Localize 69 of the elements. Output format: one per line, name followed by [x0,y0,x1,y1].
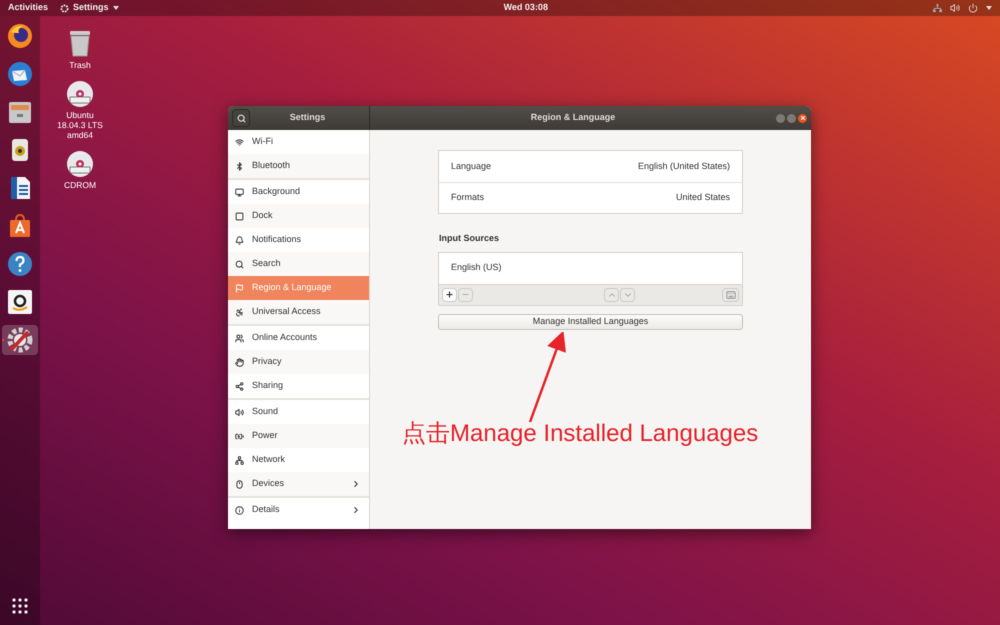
annotation-text: 点击Manage Installed Languages [402,419,758,449]
disc-icon [66,150,94,178]
speaker-icon [235,408,244,416]
info-icon [235,506,244,514]
setting-label: Language [451,160,492,173]
close-button[interactable] [798,114,807,122]
sidebar-item[interactable]: Devices [228,472,369,496]
battery-icon [235,432,244,440]
caret-icon [986,6,992,10]
sidebar-item[interactable]: Bluetooth [228,154,369,178]
disc-icon [66,80,94,108]
desktop-icon[interactable]: CDROM [44,150,116,190]
trash-icon [67,28,93,58]
mouse-icon [235,480,244,488]
sidebar-item[interactable]: Dock [228,204,369,228]
keyboard-icon [726,290,736,300]
sidebar-item[interactable]: Power [228,424,369,448]
add-button[interactable] [442,288,457,302]
sidebar-item[interactable]: Search [228,252,369,276]
network-icon [235,456,244,464]
setting-value: English (United States) [638,160,730,173]
shopping-bag-icon [7,213,33,239]
sidebar-item[interactable]: Universal Access [228,300,369,324]
power-icon[interactable] [968,3,978,13]
bell-icon [235,236,244,244]
sidebar-title: Settings [288,111,326,124]
activities-button[interactable]: Activities [8,1,48,15]
network-icon[interactable] [933,4,942,12]
close-icon [800,115,806,121]
caret-icon [112,6,119,10]
setting-label: Formats [451,191,484,204]
accessibility-icon [235,308,244,316]
input-source-row[interactable]: English (US) [439,252,742,284]
manage-languages-button[interactable]: Manage Installed Languages [438,314,743,330]
firefox-icon [7,23,33,49]
setting-value: United States [676,191,730,204]
dock-item[interactable] [2,325,38,355]
keyboard-button[interactable] [722,288,739,302]
question-mark-icon [7,251,33,277]
people-icon [235,334,244,342]
flag-icon [235,284,244,292]
desktop-icon-label: Trash [68,60,92,70]
search-button[interactable] [232,109,250,127]
hand-icon [235,358,244,366]
settings-row[interactable]: Language English (United States) [439,151,742,182]
mail-icon [7,61,33,87]
plus-icon [445,290,454,299]
settings-row[interactable]: Formats United States [439,182,742,213]
desktop-icon-label: Ubuntu 18.04.3 LTS amd64 [56,110,104,140]
file-cabinet-icon [7,99,33,125]
bluetooth-icon [235,162,244,170]
minimize-button[interactable] [776,114,785,122]
search-icon [235,260,244,268]
desktop-icon-label: CDROM [62,180,98,190]
gear-icon [60,4,70,12]
clock[interactable]: Wed 03:08 [504,1,548,15]
gear-wrench-icon [6,326,34,354]
desktop-icon[interactable]: Ubuntu 18.04.3 LTS amd64 [44,80,116,140]
app-menu[interactable]: Settings [60,1,119,15]
desktop-icon[interactable]: Trash [44,28,116,70]
app-grid-icon[interactable] [11,597,29,615]
window-title: Region & Language [530,111,616,124]
section-heading: Input Sources [438,232,500,245]
monitor-icon [235,188,244,196]
search-icon [236,114,246,122]
share-icon [235,382,244,390]
volume-icon[interactable] [950,3,960,13]
sidebar-item[interactable]: Privacy [228,350,369,374]
wifi-icon [235,138,244,146]
